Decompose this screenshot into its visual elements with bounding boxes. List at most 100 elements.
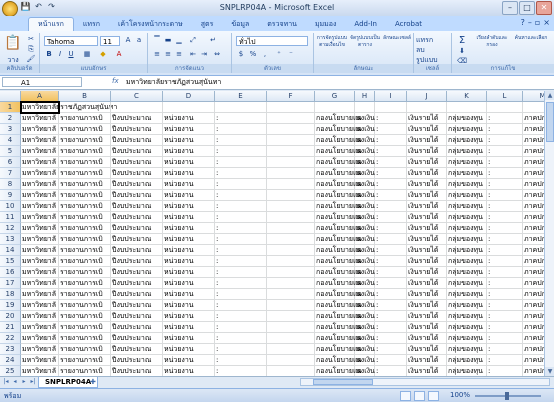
horizontal-scrollbar[interactable]: [300, 378, 550, 386]
cell[interactable]: กองนโยบายแผ: [315, 113, 362, 124]
cell[interactable]: นงเงิน: [355, 278, 375, 289]
cell[interactable]: กองนโยบายแผ: [315, 124, 362, 135]
cell[interactable]: ปีงบประมาณ: [111, 256, 163, 267]
cell[interactable]: [267, 113, 315, 124]
row-header[interactable]: 1: [0, 102, 21, 113]
cell[interactable]: :: [215, 256, 267, 267]
cell[interactable]: หน่วยงาน: [163, 344, 215, 355]
cell[interactable]: มหาวิทยาลั: [21, 113, 59, 124]
increase-indent-icon[interactable]: ⇥: [199, 50, 209, 59]
cell[interactable]: กองนโยบายแผ: [315, 135, 362, 146]
vertical-scroll-thumb[interactable]: [546, 102, 554, 142]
cell[interactable]: หน่วยงาน: [163, 256, 215, 267]
cell[interactable]: :: [215, 344, 267, 355]
cell[interactable]: :: [375, 278, 407, 289]
cell[interactable]: เงินรายได้: [407, 223, 447, 234]
cell[interactable]: :: [215, 190, 267, 201]
find-select-button[interactable]: ค้นหาและเลือก: [512, 35, 550, 42]
align-center-icon[interactable]: ≡: [163, 50, 173, 59]
cell[interactable]: กลุ่มของทุน: [447, 212, 487, 223]
cell[interactable]: ภาคปกติ: [523, 234, 544, 245]
cell[interactable]: :: [215, 311, 267, 322]
cell[interactable]: นงเงิน: [355, 146, 375, 157]
bold-icon[interactable]: B: [44, 50, 54, 59]
row-header[interactable]: 4: [0, 135, 21, 146]
cell[interactable]: :: [375, 234, 407, 245]
cell[interactable]: กองนโยบายแผ: [315, 146, 362, 157]
cell[interactable]: :: [375, 212, 407, 223]
cell[interactable]: รายงานการเบิ: [59, 124, 111, 135]
cell[interactable]: เงินรายได้: [407, 113, 447, 124]
cell[interactable]: รายงานการเบิ: [59, 311, 111, 322]
cell[interactable]: :: [375, 322, 407, 333]
cell[interactable]: เงินรายได้: [407, 168, 447, 179]
column-header[interactable]: B: [59, 91, 111, 102]
cell[interactable]: รายงานการเบิ: [59, 113, 111, 124]
cell[interactable]: เงินรายได้: [407, 344, 447, 355]
cell[interactable]: ภาคปกติ: [523, 146, 544, 157]
column-header[interactable]: D: [163, 91, 215, 102]
row-header[interactable]: 15: [0, 256, 21, 267]
insert-function-icon[interactable]: fx: [112, 77, 119, 85]
cell[interactable]: :: [215, 322, 267, 333]
cell[interactable]: ภาคปกติ: [523, 344, 544, 355]
cell[interactable]: หน่วยงาน: [163, 333, 215, 344]
cell[interactable]: [267, 245, 315, 256]
cell[interactable]: [267, 344, 315, 355]
cell[interactable]: นงเงิน: [355, 289, 375, 300]
cell[interactable]: ปีงบประมาณ: [111, 245, 163, 256]
font-color-icon[interactable]: A: [114, 50, 124, 59]
cell[interactable]: [315, 102, 355, 113]
cell[interactable]: :: [375, 355, 407, 366]
cell[interactable]: ปีงบประมาณ: [111, 179, 163, 190]
cell[interactable]: รายงานการเบิ: [59, 355, 111, 366]
borders-icon[interactable]: ▦: [82, 50, 92, 59]
cell[interactable]: เงินรายได้: [407, 201, 447, 212]
cell[interactable]: ปีงบประมาณ: [111, 201, 163, 212]
tab-7[interactable]: Add-In: [345, 18, 386, 31]
cell[interactable]: รายงานการเบิ: [59, 212, 111, 223]
cell[interactable]: :: [375, 168, 407, 179]
format-as-table-button[interactable]: จัดรูปแบบเป็นตาราง: [349, 35, 381, 49]
cell[interactable]: เงินรายได้: [407, 234, 447, 245]
cell[interactable]: รายงานการเบิ: [59, 344, 111, 355]
cell[interactable]: หน่วยงาน: [163, 212, 215, 223]
normal-view-icon[interactable]: [400, 391, 411, 401]
tab-5[interactable]: ตรวจทาน: [258, 18, 306, 31]
cell[interactable]: กองนโยบายแผ: [315, 278, 362, 289]
cell[interactable]: กลุ่มของทุน: [447, 168, 487, 179]
cell[interactable]: กลุ่มของทุน: [447, 311, 487, 322]
cell[interactable]: ปีงบประมาณ: [111, 322, 163, 333]
cell[interactable]: เงินรายได้: [407, 322, 447, 333]
decrease-indent-icon[interactable]: ⇤: [188, 50, 198, 59]
column-header[interactable]: C: [111, 91, 163, 102]
cell[interactable]: รายงานการเบิ: [59, 223, 111, 234]
cell[interactable]: มหาวิทยาลั: [21, 146, 59, 157]
cell[interactable]: กองนโยบายแผ: [315, 289, 362, 300]
cell[interactable]: :: [215, 223, 267, 234]
cell[interactable]: มหาวิทยาลั: [21, 179, 59, 190]
cell[interactable]: มหาวิทยาลั: [21, 168, 59, 179]
row-header[interactable]: 20: [0, 311, 21, 322]
row-header[interactable]: 21: [0, 322, 21, 333]
cell[interactable]: กลุ่มของทุน: [447, 146, 487, 157]
column-header[interactable]: H: [355, 91, 375, 102]
cell[interactable]: :: [375, 267, 407, 278]
cell[interactable]: เงินรายได้: [407, 278, 447, 289]
cell[interactable]: รายงานการเบิ: [59, 289, 111, 300]
cell[interactable]: :: [487, 113, 523, 124]
cell[interactable]: เงินรายได้: [407, 190, 447, 201]
cell[interactable]: ปีงบประมาณ: [111, 344, 163, 355]
cell[interactable]: [375, 102, 407, 113]
cell[interactable]: กลุ่มของทุน: [447, 157, 487, 168]
tab-4[interactable]: ข้อมูล: [222, 18, 258, 31]
column-header[interactable]: K: [447, 91, 487, 102]
cell[interactable]: นงเงิน: [355, 267, 375, 278]
cell[interactable]: เงินรายได้: [407, 146, 447, 157]
next-sheet-icon[interactable]: ▸: [20, 378, 28, 386]
cell[interactable]: เงินรายได้: [407, 366, 447, 376]
cell[interactable]: ภาคปกติ: [523, 179, 544, 190]
cell[interactable]: กองนโยบายแผ: [315, 355, 362, 366]
cell[interactable]: [355, 102, 375, 113]
cell[interactable]: [267, 355, 315, 366]
